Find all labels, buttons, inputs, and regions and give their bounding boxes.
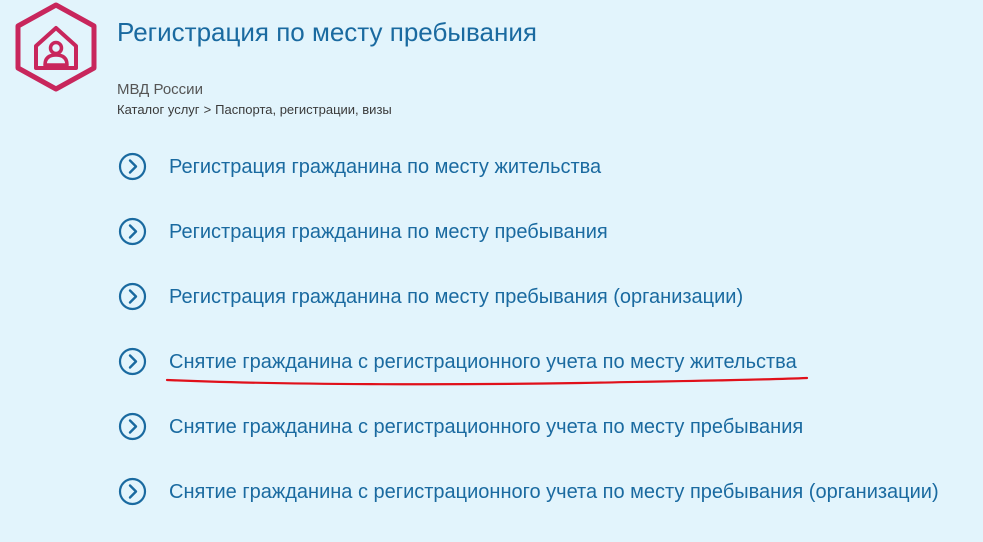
- page-title: Регистрация по месту пребывания: [117, 17, 537, 47]
- service-item-label[interactable]: Регистрация гражданина по месту пребыван…: [169, 219, 608, 245]
- chevron-right-circle-icon: [118, 412, 147, 441]
- chevron-right-circle-icon: [118, 152, 147, 181]
- service-item-label[interactable]: Регистрация гражданина по месту пребыван…: [169, 284, 743, 310]
- breadcrumb-section-link[interactable]: Паспорта, регистрации, визы: [215, 102, 392, 117]
- chevron-right-circle-icon: [118, 217, 147, 246]
- breadcrumb-separator: >: [203, 102, 212, 117]
- service-item-stay-deregistration-organizations[interactable]: Снятие гражданина с регистрационного уче…: [118, 477, 939, 542]
- chevron-right-circle-icon: [118, 282, 147, 311]
- service-item-label[interactable]: Снятие гражданина с регистрационного уче…: [169, 349, 797, 375]
- chevron-right-circle-icon: [118, 477, 147, 506]
- house-person-icon: [15, 2, 97, 92]
- service-item-residence-registration[interactable]: Регистрация гражданина по месту жительст…: [118, 152, 939, 217]
- service-item-label[interactable]: Регистрация гражданина по месту жительст…: [169, 154, 601, 180]
- service-item-stay-deregistration[interactable]: Снятие гражданина с регистрационного уче…: [118, 412, 939, 477]
- service-item-stay-registration[interactable]: Регистрация гражданина по месту пребыван…: [118, 217, 939, 282]
- service-list: Регистрация гражданина по месту жительст…: [118, 152, 939, 542]
- service-item-stay-registration-organizations[interactable]: Регистрация гражданина по месту пребыван…: [118, 282, 939, 347]
- breadcrumb: Каталог услуг > Паспорта, регистрации, виз…: [117, 101, 392, 119]
- breadcrumb-catalog-link[interactable]: Каталог услуг: [117, 102, 200, 117]
- agency-name: МВД России: [117, 81, 203, 98]
- service-item-residence-deregistration[interactable]: Снятие гражданина с регистрационного уче…: [118, 347, 939, 412]
- service-item-label[interactable]: Снятие гражданина с регистрационного уче…: [169, 479, 939, 505]
- chevron-right-circle-icon: [118, 347, 147, 376]
- service-item-label[interactable]: Снятие гражданина с регистрационного уче…: [169, 414, 803, 440]
